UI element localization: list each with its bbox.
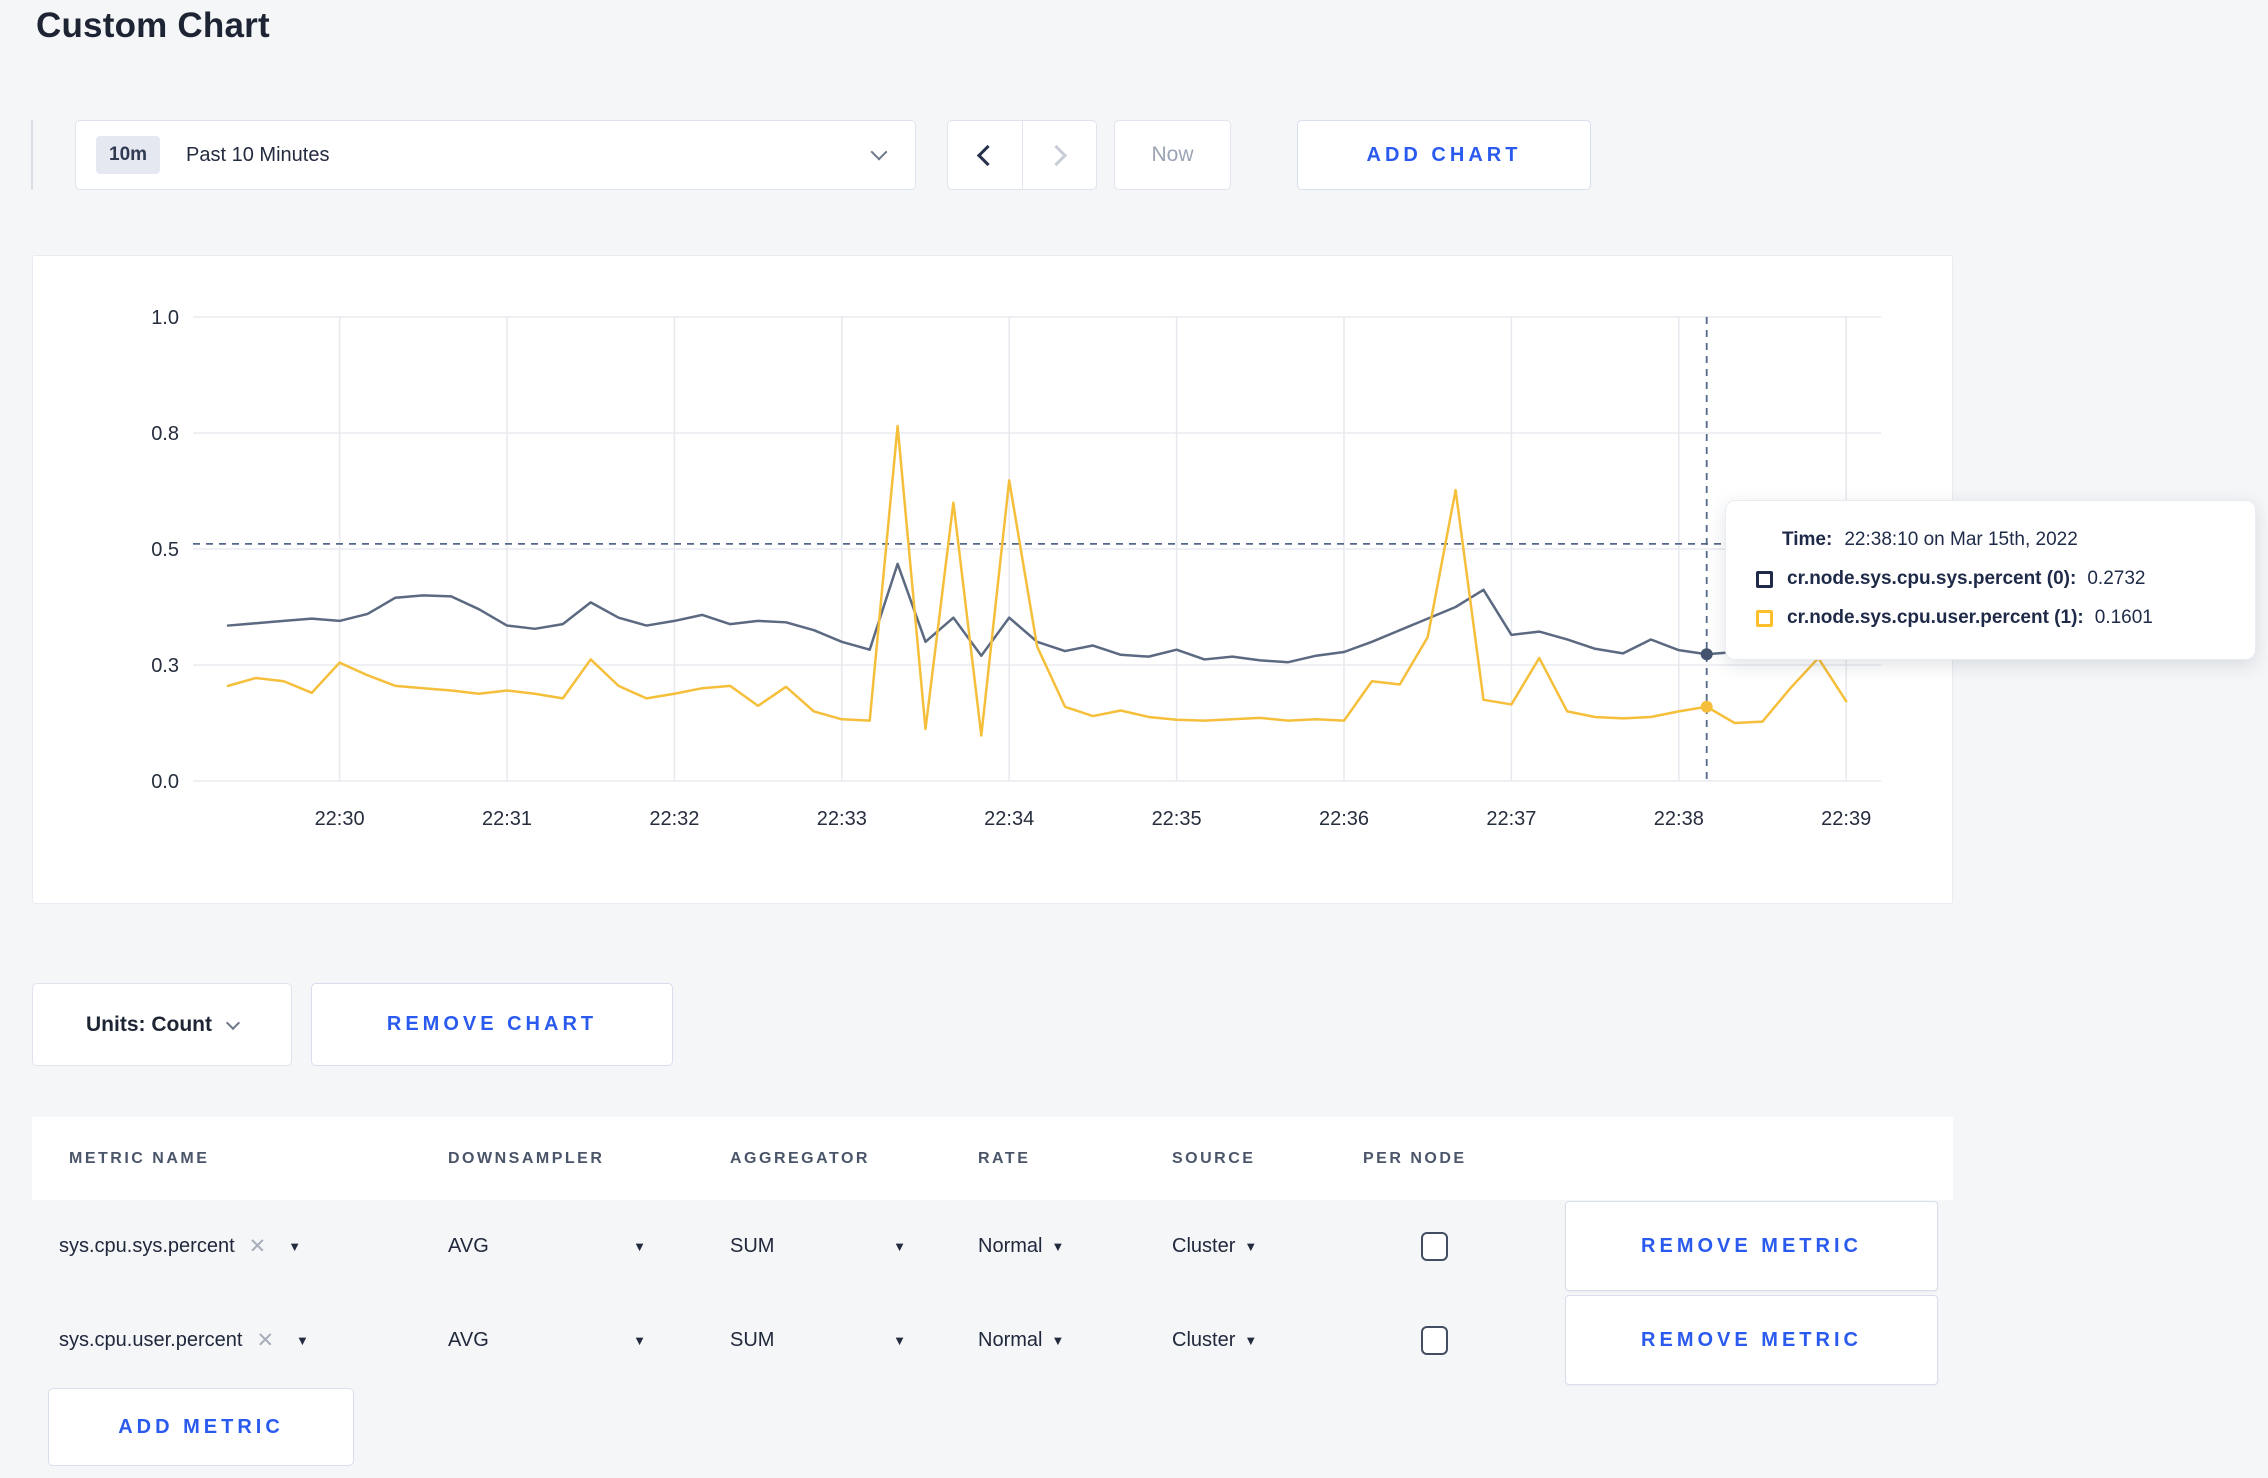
downsampler-value: AVG: [448, 1234, 489, 1257]
chevron-right-icon: [1046, 144, 1068, 166]
rate-value: Normal: [978, 1234, 1043, 1257]
chart-tooltip: Time: 22:38:10 on Mar 15th, 2022 cr.node.…: [1725, 500, 2256, 660]
time-range-label: Past 10 Minutes: [186, 143, 330, 166]
source-value: Cluster: [1172, 1328, 1236, 1351]
units-select[interactable]: Units: Count: [32, 983, 292, 1066]
metric-name-value: sys.cpu.user.percent: [59, 1328, 243, 1351]
time-range-select[interactable]: 10m Past 10 Minutes: [75, 120, 916, 190]
downsampler-select[interactable]: AVG ▼: [389, 1329, 730, 1352]
tooltip-series-label: cr.node.sys.cpu.user.percent (1):: [1787, 607, 2084, 628]
y-axis-tick-label: 1.0: [151, 307, 179, 329]
close-icon[interactable]: ✕: [249, 1234, 267, 1259]
add-metric-button[interactable]: ADD METRIC: [48, 1388, 354, 1466]
metric-row: sys.cpu.user.percent ✕ ▼ AVG ▼ SUM ▼ Normal ▼ Clu…: [32, 1294, 1953, 1386]
caret-down-icon: ▼: [633, 1238, 646, 1254]
series-line: [226, 424, 1848, 737]
close-icon[interactable]: ✕: [256, 1328, 274, 1353]
x-axis-tick-label: 22:37: [1486, 808, 1536, 830]
rate-value: Normal: [978, 1328, 1043, 1351]
add-chart-button[interactable]: ADD CHART: [1297, 120, 1591, 190]
caret-down-icon: ▼: [288, 1238, 302, 1254]
tooltip-time-value: 22:38:10 on Mar 15th, 2022: [1844, 529, 2078, 550]
y-axis-tick-label: 0.3: [151, 655, 179, 677]
column-header: RATE: [978, 1149, 1031, 1167]
aggregator-select[interactable]: SUM ▼: [730, 1235, 978, 1258]
tooltip-series-value: 0.2732: [2087, 568, 2146, 589]
tooltip-series-row: cr.node.sys.cpu.user.percent (1): 0.1601: [1756, 607, 2225, 629]
y-axis-tick-label: 0.0: [151, 771, 179, 793]
x-axis-tick-label: 22:36: [1319, 808, 1369, 830]
chevron-down-icon: [870, 143, 888, 160]
x-axis-tick-label: 22:35: [1152, 808, 1202, 830]
chevron-left-icon: [976, 144, 998, 166]
caret-down-icon: ▼: [1051, 1238, 1065, 1254]
per-node-checkbox[interactable]: [1421, 1325, 1448, 1355]
now-button[interactable]: Now: [1114, 120, 1231, 190]
caret-down-icon: ▼: [893, 1332, 906, 1348]
caret-down-icon: ▼: [1244, 1332, 1258, 1348]
units-label: Units: Count: [86, 1012, 212, 1036]
rate-select[interactable]: Normal ▼: [978, 1235, 1172, 1258]
x-axis-tick-label: 22:39: [1821, 808, 1871, 830]
aggregator-value: SUM: [730, 1328, 775, 1351]
downsampler-select[interactable]: AVG ▼: [389, 1235, 730, 1258]
source-select[interactable]: Cluster ▼: [1172, 1235, 1363, 1258]
caret-down-icon: ▼: [893, 1238, 906, 1254]
x-axis-tick-label: 22:31: [482, 808, 532, 830]
x-axis-tick-label: 22:34: [984, 808, 1034, 830]
metric-row: sys.cpu.sys.percent ✕ ▼ AVG ▼ SUM ▼ Normal ▼ Clus…: [32, 1200, 1953, 1292]
column-header: PER NODE: [1363, 1149, 1467, 1167]
series-swatch-icon: [1756, 570, 1773, 588]
tooltip-series-value: 0.1601: [2094, 607, 2153, 628]
chart-card: 0.0 0.3 0.5 0.8 1.0 22:30 22:31 22:32 22:33 22:34…: [32, 255, 1953, 904]
page-title: Custom Chart: [36, 6, 270, 45]
caret-down-icon: ▼: [296, 1332, 309, 1348]
remove-metric-button[interactable]: REMOVE METRIC: [1565, 1201, 1938, 1291]
next-time-button[interactable]: [1023, 121, 1097, 189]
metric-name-value: sys.cpu.sys.percent: [59, 1234, 235, 1257]
column-header: METRIC NAME: [69, 1149, 210, 1167]
x-axis-tick-label: 22:33: [817, 808, 867, 830]
column-header: DOWNSAMPLER: [448, 1149, 605, 1167]
chevron-down-icon: [225, 1015, 241, 1030]
time-pager: [947, 120, 1097, 190]
metric-name-select[interactable]: sys.cpu.user.percent ✕ ▼: [59, 1328, 389, 1353]
tooltip-time-row: Time: 22:38:10 on Mar 15th, 2022: [1782, 529, 2225, 551]
previous-time-button[interactable]: [948, 121, 1023, 189]
series-swatch-icon: [1756, 609, 1773, 627]
metrics-table-header: METRIC NAME DOWNSAMPLER AGGREGATOR RATE SOUR…: [32, 1117, 1953, 1200]
caret-down-icon: ▼: [1244, 1238, 1258, 1254]
source-select[interactable]: Cluster ▼: [1172, 1329, 1363, 1352]
remove-metric-button[interactable]: REMOVE METRIC: [1565, 1295, 1938, 1385]
x-axis-tick-label: 22:30: [315, 808, 365, 830]
aggregator-select[interactable]: SUM ▼: [730, 1329, 978, 1352]
aggregator-value: SUM: [730, 1234, 775, 1257]
tooltip-series-row: cr.node.sys.cpu.sys.percent (0): 0.2732: [1756, 568, 2225, 590]
y-axis-tick-label: 0.8: [151, 423, 179, 445]
caret-down-icon: ▼: [633, 1332, 646, 1348]
x-axis-tick-label: 22:32: [649, 808, 699, 830]
y-axis-tick-label: 0.5: [151, 539, 179, 561]
toolbar-divider: [31, 120, 33, 190]
x-axis-tick-label: 22:38: [1654, 808, 1704, 830]
rate-select[interactable]: Normal ▼: [978, 1329, 1172, 1352]
time-range-badge: 10m: [96, 136, 161, 174]
tooltip-time-label: Time:: [1782, 529, 1833, 550]
column-header: AGGREGATOR: [730, 1149, 870, 1167]
per-node-checkbox[interactable]: [1421, 1231, 1448, 1261]
column-header: SOURCE: [1172, 1149, 1256, 1167]
source-value: Cluster: [1172, 1234, 1236, 1257]
metric-name-select[interactable]: sys.cpu.sys.percent ✕ ▼: [59, 1234, 389, 1259]
chart-plot-area[interactable]: 0.0 0.3 0.5 0.8 1.0 22:30 22:31 22:32 22:33 22:34…: [93, 297, 1903, 837]
cursor-point: [1700, 700, 1713, 713]
downsampler-value: AVG: [448, 1328, 489, 1351]
cursor-point: [1700, 648, 1713, 661]
remove-chart-button[interactable]: REMOVE CHART: [311, 983, 673, 1066]
caret-down-icon: ▼: [1051, 1332, 1065, 1348]
tooltip-series-label: cr.node.sys.cpu.sys.percent (0):: [1787, 568, 2077, 589]
